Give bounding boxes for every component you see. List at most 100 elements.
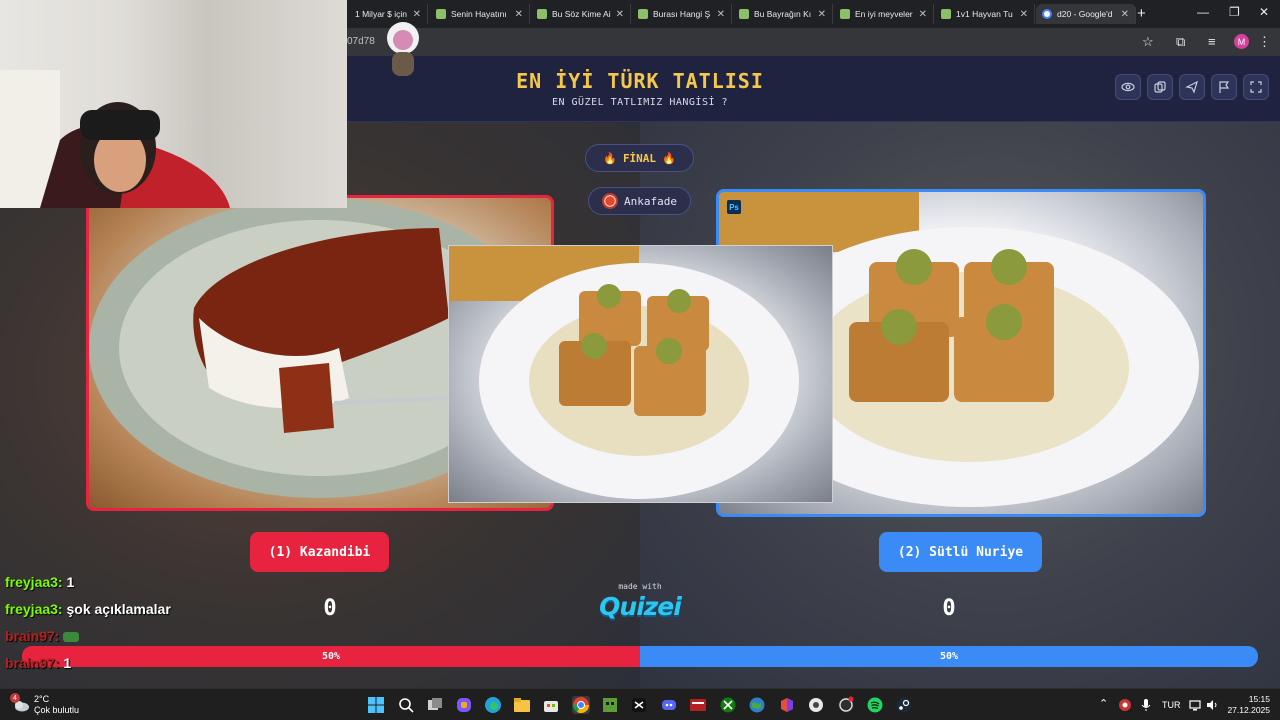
search-icon[interactable] [397,696,415,714]
tray-chevron-icon[interactable]: ⌃ [1099,697,1108,710]
right-vote-bar: 50% [640,646,1258,667]
browser-tab[interactable]: En iyi meyveler ✕ [834,4,934,24]
profile-avatar[interactable]: M [1234,34,1249,49]
fire-icon: 🔥 [662,151,676,165]
fullscreen-button[interactable] [1243,74,1269,100]
bookmark-star-icon[interactable]: ☆ [1142,34,1154,50]
copilot-icon[interactable] [455,696,473,714]
tab-close-icon[interactable]: ✕ [1020,9,1028,20]
maximize-icon[interactable]: ❐ [1229,5,1240,19]
network-icon[interactable] [1188,698,1202,712]
copy-icon [1154,81,1166,93]
tab-title: Bu Bayrağın Kı [754,9,812,19]
chat-message: brain97: 1 [5,655,265,682]
browser-tab[interactable]: Burası Hangi Ş ✕ [632,4,732,24]
tab-close-icon[interactable]: ✕ [818,9,826,20]
cloud-icon: 4 [10,693,29,713]
author-badge[interactable]: Ankafade [588,187,691,215]
edge-icon[interactable] [484,696,502,714]
tab-close-icon[interactable]: ✕ [515,9,523,20]
tab-favicon-icon [840,9,850,19]
weather-desc: Çok bulutlu [34,705,80,715]
round-badge: 🔥 FİNAL 🔥 [585,144,694,172]
share-button[interactable] [1179,74,1205,100]
weather-alert-badge: 4 [10,693,20,703]
volume-icon[interactable] [1205,698,1219,712]
office-icon[interactable] [778,696,796,714]
chrome-icon[interactable] [572,696,590,714]
option-left-button[interactable]: (1) Kazandibi [250,532,389,572]
sutlu-nuriye-preview-photo [449,246,799,499]
task-view-icon[interactable] [426,696,444,714]
stream-chat: freyjaa3: 1 freyjaa3: şok açıklamalar brai… [5,574,265,682]
minimize-icon[interactable]: — [1197,5,1209,19]
clock-time: 15:15 [1248,694,1270,704]
tab-favicon-icon [941,9,951,19]
close-window-icon[interactable]: ✕ [1259,5,1269,19]
browser-tab[interactable]: Senin Hayatını ✕ [430,4,530,24]
streamer-webcam-image [0,70,230,208]
option-right-button[interactable]: (2) Sütlü Nuriye [879,532,1042,572]
webcam-overlay [0,0,347,208]
language-indicator[interactable]: TUR [1162,700,1181,710]
steam-icon[interactable] [895,696,913,714]
browser-tab[interactable]: Bu Söz Kime Ai ✕ [531,4,631,24]
browser-tab[interactable]: 1v1 Hayvan Tu ✕ [935,4,1035,24]
media-control-icon[interactable]: ≡ [1208,34,1216,49]
tab-close-icon[interactable]: ✕ [1121,9,1129,20]
made-with-label: made with [618,582,662,591]
fullscreen-icon [1250,81,1262,93]
screen: 1 Milyar $ için ✕ Senin Hayatını ✕ Bu Söz Ki… [0,0,1280,720]
obs-writer-icon[interactable] [689,696,707,714]
copy-button[interactable] [1147,74,1173,100]
discord-icon[interactable] [660,696,678,714]
view-button[interactable] [1115,74,1141,100]
minecraft-icon[interactable] [601,696,619,714]
chat-username[interactable]: freyjaa3: [5,574,63,590]
spotify-icon[interactable] [866,696,884,714]
xbox-icon[interactable] [719,696,737,714]
clock-date: 27.12.2025 [1227,705,1270,715]
report-button[interactable] [1211,74,1237,100]
tab-title: Bu Söz Kime Ai [552,9,611,19]
new-tab-button[interactable]: + [1137,5,1146,22]
browser-menu-icon[interactable]: ⋮ [1258,34,1271,50]
eye-icon [1121,82,1135,92]
tab-favicon-icon [436,9,446,19]
tab-close-icon[interactable]: ✕ [616,9,624,20]
weather-widget[interactable]: 4 2°C Çok bulutlu [10,693,80,716]
chat-username[interactable]: brain97: [5,628,59,644]
earth-icon[interactable] [748,696,766,714]
chat-text: şok açıklamalar [66,601,171,617]
page-subtitle: EN GÜZEL TATLIMIZ HANGİSİ ? [551,97,729,108]
store-icon[interactable] [542,696,560,714]
round-label: FİNAL [622,151,657,165]
flag-icon [1219,81,1230,93]
file-explorer-icon[interactable] [513,696,531,714]
microphone-icon[interactable] [1140,698,1152,712]
capcut-icon[interactable] [630,696,648,714]
tab-close-icon[interactable]: ✕ [919,9,927,20]
browser-tab[interactable]: d20 - Google'd ✕ [1036,4,1136,24]
tab-close-icon[interactable]: ✕ [717,9,725,20]
tab-title: d20 - Google'd [1057,9,1113,19]
chat-emote-icon [63,632,80,643]
brand-logo[interactable]: Quizei [590,592,690,621]
weather-temp: 2°C [34,694,50,704]
photoshop-badge: Ps [727,200,741,214]
obs-icon[interactable] [837,696,855,714]
browser-tab[interactable]: Bu Bayrağın Kı ✕ [733,4,833,24]
windows-start-icon[interactable] [367,696,385,714]
chat-text: 1 [66,574,75,590]
url-text[interactable]: 07d78 [347,36,375,47]
windows-taskbar: 4 2°C Çok bulutlu ⌃ TUR 15:15 27.12.2025 [0,688,1280,720]
left-score: 0 [323,596,337,621]
chat-username[interactable]: freyjaa3: [5,601,63,617]
tray-app-icon[interactable] [1118,698,1132,712]
app-icon[interactable] [807,696,825,714]
tab-title: Senin Hayatını [451,9,507,19]
extensions-icon[interactable]: ⧉ [1176,34,1185,50]
system-clock[interactable]: 15:15 27.12.2025 [1222,694,1270,716]
chat-username[interactable]: brain97: [5,655,59,671]
left-percent: 50% [321,651,341,662]
